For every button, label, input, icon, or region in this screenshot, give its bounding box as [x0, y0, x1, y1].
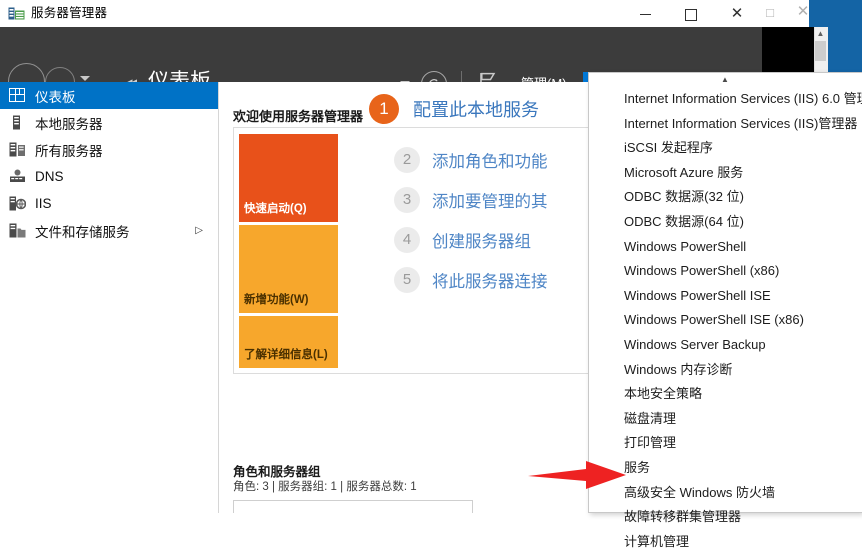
- tools-menu-item[interactable]: Windows 内存诊断: [589, 358, 861, 383]
- tools-menu-item[interactable]: 故障转移群集管理器: [589, 505, 861, 530]
- tile-learn-more[interactable]: 了解详细信息(L): [239, 316, 338, 368]
- tools-menu-item[interactable]: 磁盘清理: [589, 407, 861, 432]
- step-number: 5: [394, 267, 420, 293]
- sidebar-item-label: 仪表板: [35, 86, 218, 106]
- quick-start-step-5[interactable]: 5 将此服务器连接: [394, 267, 548, 293]
- sidebar-item-dns[interactable]: DNS: [0, 163, 217, 190]
- maximize-icon: [685, 9, 697, 21]
- sidebar-item-label: 所有服务器: [35, 140, 217, 160]
- sidebar-item-all-servers[interactable]: 所有服务器: [0, 136, 217, 163]
- navigation-dropdown-icon[interactable]: [80, 76, 90, 81]
- step-number: 4: [394, 227, 420, 253]
- step-number: 1: [369, 94, 399, 124]
- tools-menu-item[interactable]: Windows PowerShell: [589, 235, 861, 260]
- chevron-right-icon[interactable]: ▷: [195, 225, 203, 236]
- step-label[interactable]: 创建服务器组: [432, 228, 531, 252]
- sidebar-item-file-and-storage-services[interactable]: 文件和存储服务 ▷: [0, 217, 217, 244]
- tools-menu-item[interactable]: Internet Information Services (IIS)管理器: [589, 112, 861, 137]
- sidebar-item-iis[interactable]: IIS: [0, 190, 217, 217]
- iis-icon: [9, 196, 27, 212]
- scrollbar-thumb[interactable]: [815, 41, 826, 61]
- dns-icon: [9, 169, 27, 185]
- file-storage-icon: [9, 223, 27, 239]
- tile-quick-start[interactable]: 快速启动(Q): [239, 134, 338, 222]
- minimize-button[interactable]: [622, 0, 668, 27]
- tools-menu-item[interactable]: ODBC 数据源(32 位): [589, 185, 861, 210]
- background-window-maximize-button[interactable]: □: [760, 4, 780, 22]
- tools-menu-item[interactable]: 打印管理: [589, 431, 861, 456]
- step-label[interactable]: 添加角色和功能: [432, 148, 548, 172]
- sidebar-item-label: 本地服务器: [35, 113, 217, 133]
- quick-start-step-4[interactable]: 4 创建服务器组: [394, 227, 531, 253]
- all-servers-icon: [9, 142, 27, 158]
- background-window-close-button[interactable]: ✕: [793, 3, 813, 21]
- dashboard-icon: [9, 88, 27, 104]
- close-button[interactable]: ✕: [714, 0, 760, 27]
- sidebar-item-dashboard[interactable]: 仪表板: [0, 82, 218, 109]
- step-label[interactable]: 配置此本地服务: [413, 96, 539, 122]
- tools-menu-item[interactable]: 高级安全 Windows 防火墙: [589, 481, 861, 506]
- quick-start-step-1[interactable]: 1 配置此本地服务: [369, 94, 539, 124]
- tools-menu-item[interactable]: Windows PowerShell ISE: [589, 284, 861, 309]
- tile-whats-new[interactable]: 新增功能(W): [239, 225, 338, 313]
- annotation-arrow-icon: [528, 459, 628, 491]
- sidebar-item-label: DNS: [35, 169, 217, 184]
- minimize-icon: [640, 14, 651, 15]
- tools-menu-item[interactable]: 本地安全策略: [589, 382, 861, 407]
- tools-menu-item[interactable]: Windows PowerShell ISE (x86): [589, 308, 861, 333]
- sidebar: 仪表板 本地服务器 所有服务器 DNS IIS: [0, 82, 219, 513]
- welcome-heading: 欢迎使用服务器管理器: [233, 106, 363, 125]
- tools-menu-item[interactable]: ODBC 数据源(64 位): [589, 210, 861, 235]
- server-manager-icon: [8, 5, 25, 22]
- maximize-button[interactable]: [668, 0, 714, 27]
- tools-menu-item[interactable]: iSCSI 发起程序: [589, 136, 861, 161]
- tools-menu-item[interactable]: Windows PowerShell (x86): [589, 259, 861, 284]
- tile-label: 了解详细信息(L): [244, 346, 328, 362]
- step-number: 2: [394, 147, 420, 173]
- tile-label: 新增功能(W): [244, 291, 309, 307]
- tools-menu-item[interactable]: Microsoft Azure 服务: [589, 161, 861, 186]
- tools-menu-item[interactable]: 计算机管理: [589, 530, 861, 554]
- quick-start-step-2[interactable]: 2 添加角色和功能: [394, 147, 548, 173]
- sidebar-item-label: 文件和存储服务: [35, 221, 195, 241]
- menu-scroll-up-icon[interactable]: ▲: [589, 73, 861, 87]
- roles-and-server-groups-summary: 角色: 3 | 服务器组: 1 | 服务器总数: 1: [233, 478, 417, 494]
- tools-menu-item[interactable]: 服务: [589, 456, 861, 481]
- scroll-up-arrow-icon[interactable]: ▲: [814, 27, 827, 40]
- step-number: 3: [394, 187, 420, 213]
- tools-menu-item[interactable]: Windows Server Backup: [589, 333, 861, 358]
- step-label[interactable]: 添加要管理的其: [432, 188, 548, 212]
- tools-dropdown-menu: ▲ Internet Information Services (IIS) 6.…: [588, 72, 862, 513]
- roles-tile-placeholder[interactable]: [233, 500, 473, 513]
- sidebar-item-label: IIS: [35, 196, 217, 211]
- tools-menu-list: Internet Information Services (IIS) 6.0 …: [589, 87, 861, 554]
- tools-menu-item[interactable]: Internet Information Services (IIS) 6.0 …: [589, 87, 861, 112]
- quick-start-step-3[interactable]: 3 添加要管理的其: [394, 187, 548, 213]
- quick-start-tiles: 快速启动(Q) 新增功能(W) 了解详细信息(L): [239, 134, 338, 368]
- sidebar-item-local-server[interactable]: 本地服务器: [0, 109, 217, 136]
- window-title: 服务器管理器: [31, 5, 107, 22]
- window-titlebar: 服务器管理器 ✕: [0, 0, 762, 27]
- step-label[interactable]: 将此服务器连接: [432, 268, 548, 292]
- tile-label: 快速启动(Q): [244, 200, 307, 216]
- local-server-icon: [9, 115, 27, 131]
